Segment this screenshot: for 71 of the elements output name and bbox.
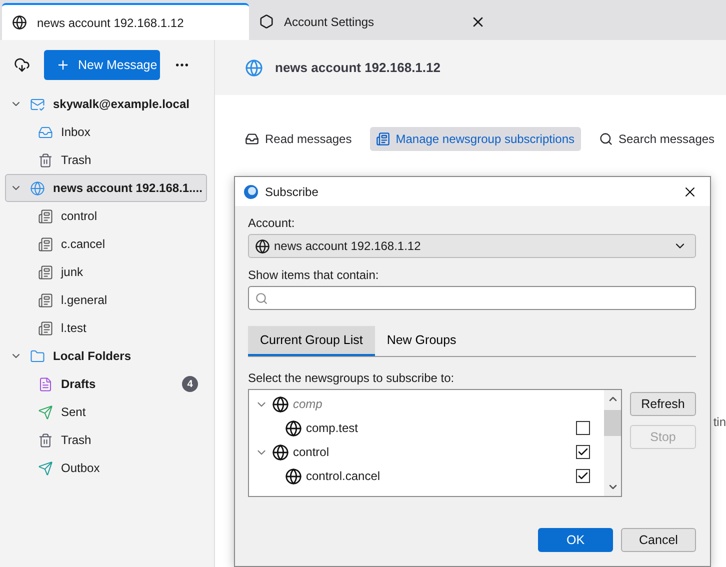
newspaper-icon: [38, 236, 53, 252]
plus-icon: [56, 58, 70, 72]
inbox-icon: [38, 124, 53, 140]
newsgroup-name: comp: [293, 397, 324, 411]
new-message-button[interactable]: New Message: [44, 50, 160, 80]
folder-item[interactable]: skywalk@example.local: [5, 90, 207, 118]
unread-count: 4: [182, 376, 198, 392]
folder-item[interactable]: l.general: [5, 286, 207, 314]
cancel-button[interactable]: Cancel: [621, 528, 696, 552]
search-icon: [598, 132, 612, 146]
globe-icon: [272, 444, 289, 460]
newsgroup-name: control.cancel: [306, 469, 382, 483]
globe-icon: [272, 396, 289, 412]
trash-icon: [38, 432, 53, 448]
folder-item[interactable]: c.cancel: [5, 230, 207, 258]
folder-item[interactable]: Drafts 4: [5, 370, 207, 398]
globe-icon: [255, 238, 270, 254]
app-logo-icon: [243, 184, 259, 200]
folder-item[interactable]: junk: [5, 258, 207, 286]
globe-icon: [12, 15, 27, 30]
folder-item[interactable]: Trash: [5, 146, 207, 174]
newspaper-icon: [38, 264, 53, 280]
account-label: Account:: [248, 216, 296, 230]
checkbox[interactable]: [576, 445, 590, 459]
filter-label: Show items that contain:: [248, 268, 380, 282]
account-dropdown[interactable]: news account 192.168.1.12: [248, 234, 696, 258]
checkbox[interactable]: [576, 469, 590, 483]
folder-icon: [30, 348, 45, 364]
folder-item[interactable]: control: [5, 202, 207, 230]
action-link[interactable]: Search messages: [592, 127, 721, 151]
dialog-title: Subscribe: [265, 184, 320, 198]
newspaper-icon: [38, 208, 53, 224]
action-link[interactable]: Read messages: [239, 127, 358, 151]
checkbox[interactable]: [576, 421, 590, 435]
document-icon: [38, 376, 53, 392]
globe-icon: [285, 468, 302, 484]
newspaper-icon: [38, 292, 53, 308]
folder-item[interactable]: Trash: [5, 426, 207, 454]
scrollbar[interactable]: [604, 390, 621, 496]
search-field[interactable]: [248, 286, 696, 310]
search-icon: [255, 292, 268, 304]
folder-item[interactable]: news account 192.168.1....: [5, 174, 207, 202]
ok-button[interactable]: OK: [538, 528, 613, 552]
tab[interactable]: news account 192.168.1.12: [2, 3, 249, 40]
hexagon-icon: [259, 14, 274, 29]
globe-icon: [245, 58, 263, 76]
trash-icon: [38, 152, 53, 168]
inbox-icon: [245, 132, 259, 146]
newsgroup-name: comp.test: [306, 421, 360, 435]
folder-item[interactable]: Sent: [5, 398, 207, 426]
text-fragment: tin: [713, 415, 726, 429]
folder-item[interactable]: Outbox: [5, 454, 207, 482]
tab[interactable]: Current Group List: [248, 326, 375, 356]
folder-item[interactable]: Local Folders: [5, 342, 207, 370]
tab[interactable]: New Groups: [374, 326, 468, 356]
mail-account-icon: [30, 96, 45, 112]
folder-item[interactable]: Inbox: [5, 118, 207, 146]
action-link[interactable]: Manage newsgroup subscriptions: [370, 127, 580, 151]
paper-plane-icon: [38, 404, 53, 420]
outbox-icon: [38, 460, 53, 476]
account-header: news account 192.168.1.12: [215, 40, 726, 95]
list-label: Select the newsgroups to subscribe to:: [248, 371, 456, 385]
tab[interactable]: Account Settings: [249, 3, 496, 40]
globe-icon: [285, 420, 302, 436]
newspaper-icon: [376, 132, 390, 146]
folder-item[interactable]: l.test: [5, 314, 207, 342]
newsgroup-name: control: [293, 445, 330, 459]
cloud-download-icon[interactable]: [14, 57, 30, 73]
dialog-button[interactable]: Refresh: [630, 392, 696, 416]
globe-icon: [30, 180, 45, 196]
newspaper-icon: [38, 320, 53, 336]
